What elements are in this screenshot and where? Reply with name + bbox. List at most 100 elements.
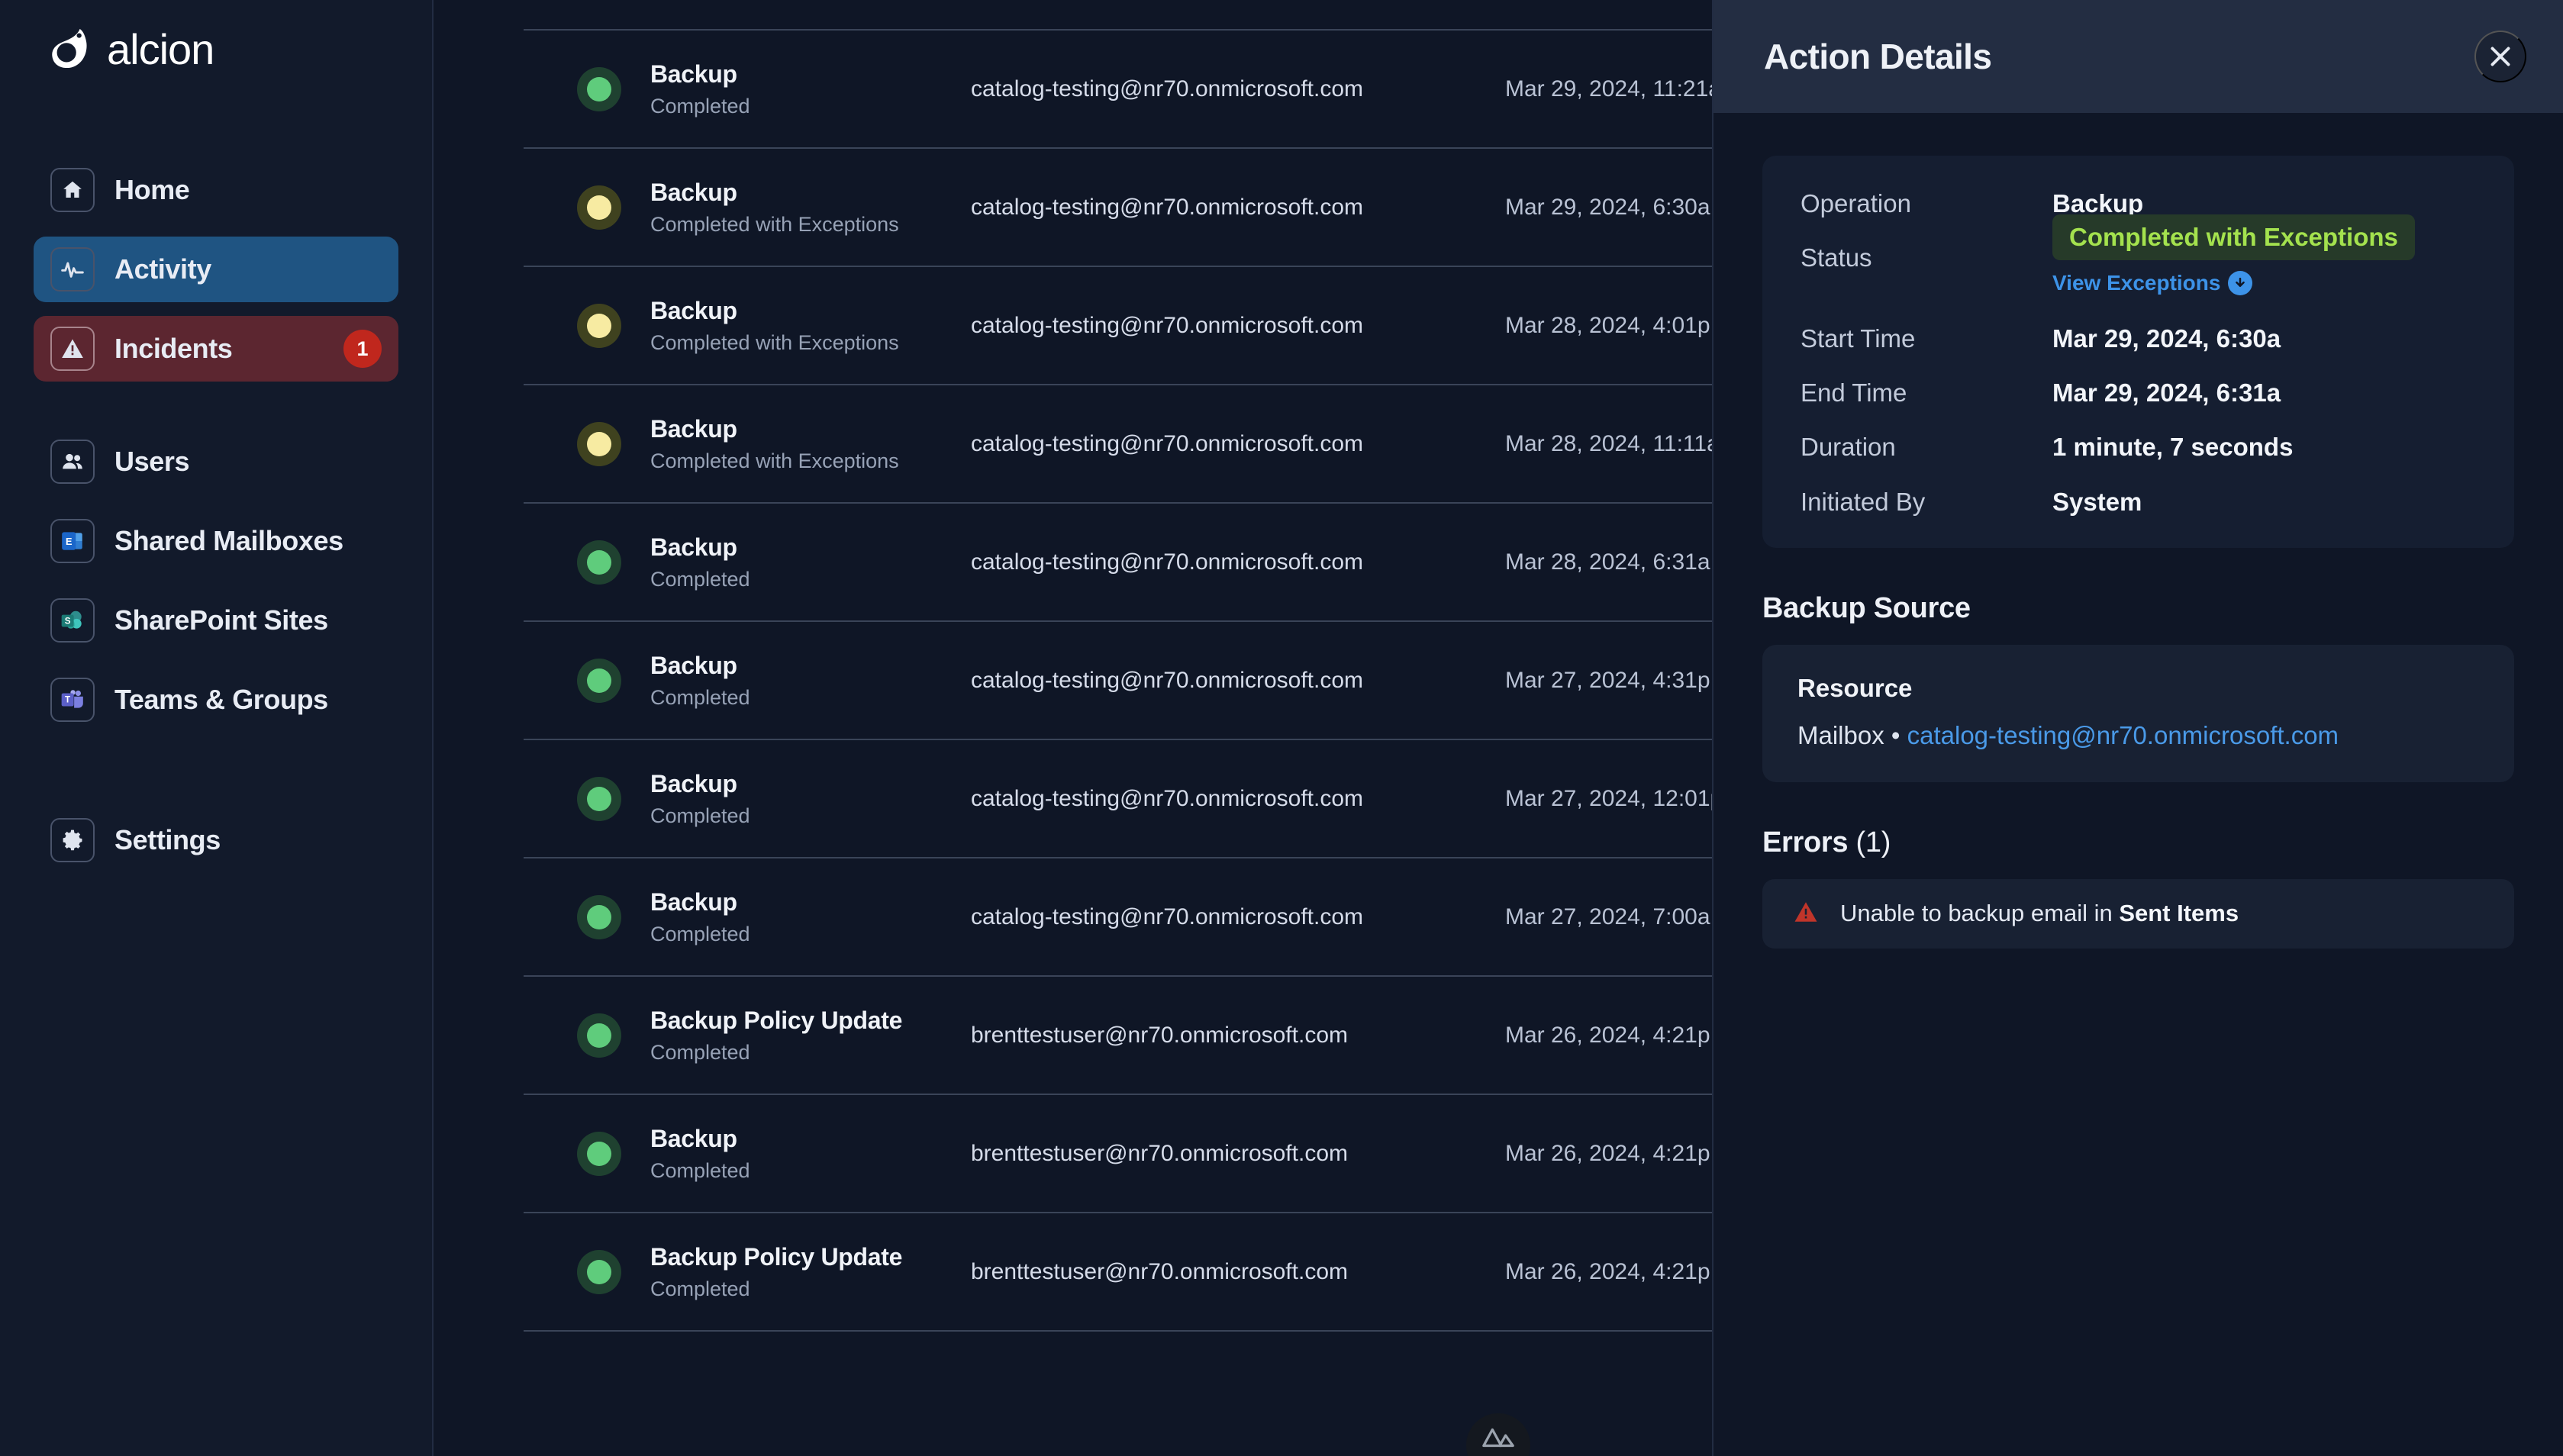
table-row[interactable]: BackupCompletedcatalog-testing@nr70.onmi… [524, 0, 1775, 31]
row-operation-title: Backup [650, 888, 737, 916]
row-target: brenttestuser@nr70.onmicrosoft.com [971, 1140, 1348, 1166]
sidebar-item-sharepoint-sites[interactable]: S SharePoint Sites [34, 588, 398, 653]
status-cell: Completed with Exceptions View Exception… [2052, 214, 2415, 295]
row-operation-title: Backup [650, 652, 737, 680]
table-row[interactable]: Backup Completed catalog-testing@nr70.onmi… [524, 504, 1775, 622]
sidebar-item-shared-mailboxes[interactable]: E Shared Mailboxes [34, 508, 398, 574]
row-target: brenttestuser@nr70.onmicrosoft.com [971, 1258, 1348, 1284]
info-row-start-time: Start Time Mar 29, 2024, 6:30a [1801, 323, 2476, 354]
row-timestamp: Mar 28, 2024, 6:31a [1505, 549, 1710, 575]
errors-title-text: Errors [1762, 826, 1849, 858]
page-title: Action Details [1764, 37, 1992, 76]
initiated-by-label: Initiated By [1801, 487, 1926, 516]
close-icon[interactable] [2474, 31, 2526, 82]
duration-label: Duration [1801, 433, 1896, 462]
operation-label: Operation [1801, 189, 1911, 217]
resource-link[interactable]: catalog-testing@nr70.onmicrosoft.com [1907, 721, 2339, 749]
sidebar: alcion Home Activity Incidents 1 Users E… [0, 0, 434, 1456]
row-timestamp: Mar 28, 2024, 4:01p [1505, 312, 1710, 338]
sidebar-nav: Home Activity Incidents 1 Users E Shared… [0, 157, 432, 873]
row-operation-title: Backup [650, 1125, 737, 1153]
row-target: brenttestuser@nr70.onmicrosoft.com [971, 1022, 1348, 1048]
status-dot-icon [577, 303, 621, 348]
table-row[interactable]: Backup Policy Update Completed brenttestus… [524, 1213, 1775, 1332]
row-operation: Backup Completed [650, 887, 971, 946]
row-operation-status: Completed with Exceptions [650, 449, 899, 472]
errors-title: Errors (1) [1762, 826, 2514, 859]
row-operation: Backup Policy Update Completed [650, 1242, 971, 1301]
home-icon [50, 168, 95, 212]
table-row[interactable]: BackupCompletedcatalog-testing@nr70.onmi… [524, 858, 1775, 977]
row-operation-status: Completed [650, 1040, 750, 1064]
resource-card: Resource Mailbox • catalog-testing@nr70.… [1762, 644, 2514, 782]
svg-text:T: T [65, 695, 70, 705]
row-operation: Backup Completed with Exceptions [650, 296, 971, 355]
info-row-status: Status Completed with Exceptions View Ex… [1801, 214, 2476, 295]
brand-logo[interactable]: alcion [0, 0, 432, 73]
sidebar-item-home[interactable]: Home [34, 157, 398, 223]
list-item: Unable to backup email in Sent Items [1762, 878, 2514, 949]
status-dot-icon [577, 1131, 621, 1176]
sidebar-item-label: SharePoint Sites [114, 604, 328, 636]
table-row[interactable]: BackupCompletedcatalog-testing@nr70.onmi… [524, 622, 1775, 740]
table-row[interactable]: Backup Policy Update Completed brenttestus… [524, 977, 1775, 1095]
row-operation: Backup Policy Update Completed [650, 1006, 971, 1065]
status-dot-icon [577, 1013, 621, 1058]
row-operation: Backup Completed with Exceptions [650, 414, 971, 473]
row-operation: Backup Completed [650, 533, 971, 591]
sidebar-item-activity[interactable]: Activity [34, 237, 398, 302]
row-operation-title: Backup Policy Update [650, 1007, 903, 1035]
row-operation-status: Completed with Exceptions [650, 212, 899, 236]
row-timestamp: Mar 27, 2024, 4:31p [1505, 667, 1710, 693]
row-target: catalog-testing@nr70.onmicrosoft.com [971, 667, 1364, 693]
status-dot-icon [577, 421, 621, 466]
table-row[interactable]: Backup Completed with Exceptions catalog-t… [524, 267, 1775, 385]
brand-name: alcion [107, 25, 214, 73]
errors-list: Unable to backup email in Sent Items [1762, 878, 2514, 949]
row-operation: Backup Completed [650, 651, 971, 710]
error-triangle-icon [1793, 899, 1819, 929]
nuxt-devtools-icon[interactable] [1466, 1413, 1530, 1456]
activity-pulse-icon [50, 247, 95, 292]
exchange-icon: E [50, 519, 95, 563]
row-operation-title: Backup Policy Update [650, 1243, 903, 1271]
svg-text:S: S [65, 616, 71, 626]
row-operation-title: Backup [650, 297, 737, 325]
row-timestamp: Mar 27, 2024, 12:01p [1505, 785, 1723, 811]
row-target: catalog-testing@nr70.onmicrosoft.com [971, 904, 1364, 929]
sidebar-item-users[interactable]: Users [34, 429, 398, 494]
svg-text:E: E [66, 536, 73, 547]
row-operation-title: Backup [650, 415, 737, 443]
row-timestamp: Mar 29, 2024, 6:30a [1505, 194, 1710, 220]
row-operation: Backup Completed [650, 769, 971, 828]
table-row[interactable]: BackupCompletedcatalog-testing@nr70.onmi… [524, 31, 1775, 149]
sidebar-item-label: Incidents [114, 333, 233, 364]
action-info-card: Operation Backup Status Completed with E… [1762, 156, 2514, 548]
status-label: Status [1801, 243, 1872, 272]
resource-separator: • [1891, 720, 1900, 749]
sidebar-item-settings[interactable]: Settings [34, 807, 398, 873]
row-operation-title: Backup [650, 179, 737, 207]
view-exceptions-link[interactable]: View Exceptions [2052, 270, 2253, 295]
error-text: Unable to backup email in Sent Items [1840, 900, 2239, 927]
row-target: catalog-testing@nr70.onmicrosoft.com [971, 549, 1364, 575]
row-operation-status: Completed [650, 567, 750, 591]
row-operation: Backup Completed [650, 1124, 971, 1183]
table-row[interactable]: BackupCompletedcatalog-testing@nr70.onmi… [524, 740, 1775, 858]
end-time-label: End Time [1801, 378, 1907, 407]
row-target: catalog-testing@nr70.onmicrosoft.com [971, 785, 1364, 811]
status-badge: 1 [343, 330, 382, 368]
sidebar-item-teams-and-groups[interactable]: T Teams & Groups [34, 667, 398, 733]
table-row[interactable]: Backup Completed with Exceptions catalog-t… [524, 385, 1775, 504]
backup-source-title: Backup Source [1762, 591, 1971, 624]
row-timestamp: Mar 27, 2024, 7:00a [1505, 904, 1710, 929]
sidebar-item-label: Teams & Groups [114, 684, 328, 715]
sidebar-item-incidents[interactable]: Incidents 1 [34, 316, 398, 382]
row-operation-title: Backup [650, 533, 737, 562]
table-row[interactable]: Backup Completed brenttestuser@nr70.onmicr… [524, 1095, 1775, 1213]
row-operation: Backup Completed [650, 60, 971, 118]
resource-title: Resource [1797, 673, 1913, 702]
table-row[interactable]: Backup Completed with Exceptions catalog-t… [524, 149, 1775, 267]
